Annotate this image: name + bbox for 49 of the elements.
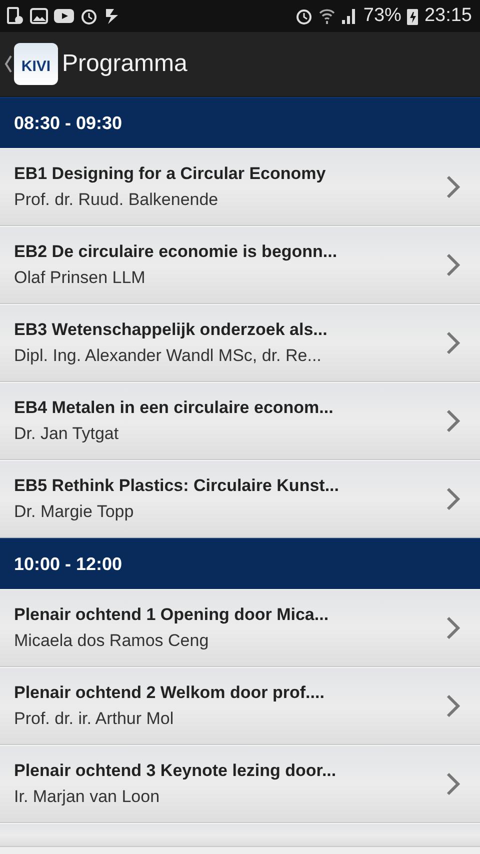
chevron-icon: [446, 694, 460, 718]
item-title: EB1 Designing for a Circular Economy: [14, 164, 326, 184]
alarm-icon: [80, 7, 98, 25]
section-header: 08:30 - 09:30: [0, 97, 480, 148]
chevron-icon: [446, 331, 460, 355]
wifi-icon: [319, 7, 336, 25]
clock-time: 23:15: [424, 5, 472, 27]
item-title: EB3 Wetenschappelijk onderzoek als...: [14, 320, 328, 340]
list-item[interactable]: EB1 Designing for a Circular Economy Prof. dr. Ruud. Balkenende: [0, 148, 480, 226]
item-title: EB2 De circulaire economie is begonn...: [14, 242, 338, 262]
phone-icon: [6, 7, 24, 25]
list-item[interactable]: Plenair ochtend 2 Welkom door prof.... Prof. dr. ir. Arthur Mol: [0, 667, 480, 745]
speaker-name: Micaela dos Ramos Ceng: [14, 631, 210, 651]
list-item[interactable]: EB5 Rethink Plastics: Circulaire Kunst... Dr. Margie Topp: [0, 460, 480, 538]
chevron-icon: [446, 487, 460, 511]
list-item[interactable]: EB2 De circulaire economie is begonn... Olaf Prinsen LLM: [0, 226, 480, 304]
screen-title: Programma: [62, 50, 188, 78]
speaker-name: Prof. dr. ir. Arthur Mol: [14, 709, 175, 729]
back-button[interactable]: KIVI: [4, 43, 58, 85]
speaker-name: Olaf Prinsen LLM: [14, 268, 146, 288]
list-item[interactable]: EB3 Wetenschappelijk onderzoek als... Dipl. Ing. Alexander Wandl MSc, dr. Re...: [0, 304, 480, 382]
list-item[interactable]: EB4 Metalen in een circulaire econom... Dr. Jan Tytgat: [0, 382, 480, 460]
speaker-name: Dipl. Ing. Alexander Wandl MSc, dr. Re...: [14, 346, 322, 366]
chevron-icon: [446, 175, 460, 199]
speaker-name: Dr. Jan Tytgat: [14, 424, 120, 444]
chevron-icon: [446, 772, 460, 796]
battery-percentage: 73%: [363, 5, 402, 27]
alarm-icon: [295, 7, 314, 25]
item-title: Plenair ochtend 3 Keynote lezing door...: [14, 761, 336, 781]
section-header: 10:00 - 12:00: [0, 538, 480, 589]
item-title: Plenair ochtend 2 Welkom door prof....: [14, 683, 324, 703]
speaker-name: Dr. Margie Topp: [14, 502, 135, 522]
list-item[interactable]: Plenair ochtend 3 Keynote lezing door... Ir. Marjan van Loon: [0, 745, 480, 823]
play-icon: [54, 7, 74, 25]
speaker-name: Ir. Marjan van Loon: [14, 787, 161, 807]
list-item[interactable]: Plenair ochtend 1 Opening door Mica... Micaela dos Ramos Ceng: [0, 589, 480, 667]
chevron-icon: [446, 253, 460, 277]
image-icon: [30, 7, 48, 25]
speaker-name: Prof. dr. Ruud. Balkenende: [14, 190, 220, 210]
item-title: EB5 Rethink Plastics: Circulaire Kunst...: [14, 476, 339, 496]
logo: KIVI: [14, 43, 58, 85]
item-title: Plenair ochtend 1 Opening door Mica...: [14, 605, 329, 625]
chevron-icon: [446, 616, 460, 640]
battery-icon: [407, 7, 418, 25]
back-icon: [4, 54, 12, 74]
item-title: EB4 Metalen in een circulaire econom...: [14, 398, 334, 418]
signal-icon: [341, 7, 358, 25]
chevron-icon: [446, 409, 460, 433]
list-item[interactable]: [0, 823, 480, 847]
